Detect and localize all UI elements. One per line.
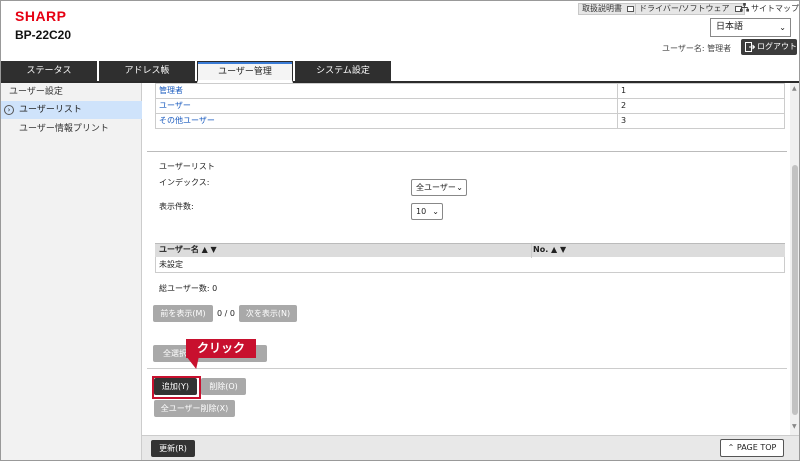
browser-frame: SHARP BP-22C20 取扱説明書 ドライバー/ソフトウェア サイトマップ… bbox=[0, 0, 800, 461]
caret-up-icon: ⌃ bbox=[727, 443, 735, 452]
logout-button[interactable]: ログアウト bbox=[741, 39, 797, 55]
role-link-admin[interactable]: 管理者 bbox=[159, 84, 183, 98]
index-select[interactable]: 全ユーザー ⌄ bbox=[411, 179, 467, 196]
chevron-down-icon: ⌄ bbox=[456, 183, 463, 192]
vertical-scrollbar[interactable]: ▲ ▼ bbox=[790, 83, 799, 435]
main-tab-bar: ステータス アドレス帳 ユーザー管理 システム設定 bbox=[1, 61, 799, 83]
index-value: 全ユーザー bbox=[416, 183, 456, 192]
scroll-up-icon[interactable]: ▲ bbox=[792, 85, 797, 92]
page-top-label: PAGE TOP bbox=[736, 443, 777, 452]
sitemap-link[interactable]: サイトマップ bbox=[740, 3, 799, 14]
logout-label: ログアウト bbox=[757, 42, 797, 51]
sitemap-icon bbox=[740, 3, 749, 12]
chevron-down-icon: ⌄ bbox=[779, 23, 786, 32]
current-user: ユーザー名: 管理者 bbox=[662, 44, 732, 53]
role-link-other[interactable]: その他ユーザー bbox=[159, 114, 215, 128]
click-callout: クリック bbox=[186, 339, 256, 358]
logout-icon bbox=[745, 42, 755, 52]
tab-status[interactable]: ステータス bbox=[1, 61, 97, 81]
role-value: 2 bbox=[621, 101, 627, 110]
footer-bar: 更新(R) ⌃ PAGE TOP bbox=[142, 435, 799, 460]
sidebar-item-label: ユーザーリスト bbox=[19, 105, 82, 115]
table-row-empty: 未設定 bbox=[159, 260, 183, 269]
role-value: 1 bbox=[621, 86, 627, 95]
user-list-header: ユーザー名 ▲ ▼ No. ▲ ▼ bbox=[155, 243, 785, 258]
tab-address-book[interactable]: アドレス帳 bbox=[99, 61, 195, 81]
sitemap-label: サイトマップ bbox=[751, 4, 799, 13]
scrollbar-thumb[interactable] bbox=[792, 165, 798, 415]
main-content: 管理者 1 ユーザー 2 その他ユーザー 3 ユーザーリスト インデックス: 全… bbox=[147, 83, 787, 435]
manual-link-label: 取扱説明書 bbox=[582, 4, 622, 13]
prev-page-button[interactable]: 前を表示(M) bbox=[153, 305, 213, 322]
sidebar-header: ユーザー設定 bbox=[9, 87, 63, 97]
chevron-down-icon: ⌄ bbox=[432, 207, 439, 216]
language-value: 日本語 bbox=[716, 22, 744, 32]
page-top-button[interactable]: ⌃ PAGE TOP bbox=[720, 439, 784, 457]
index-label: インデックス: bbox=[159, 178, 210, 187]
scroll-down-icon[interactable]: ▼ bbox=[792, 423, 797, 430]
device-model: BP-22C20 bbox=[15, 28, 72, 42]
sidebar-item-label: ユーザー情報プリント bbox=[19, 124, 109, 134]
role-value: 3 bbox=[621, 116, 627, 125]
user-list-title: ユーザーリスト bbox=[159, 162, 215, 171]
delete-all-users-button[interactable]: 全ユーザー削除(X) bbox=[154, 400, 235, 417]
tab-system-settings[interactable]: システム設定 bbox=[295, 61, 391, 81]
column-no[interactable]: No. ▲ ▼ bbox=[533, 243, 566, 257]
role-link-user[interactable]: ユーザー bbox=[159, 99, 191, 113]
next-page-button[interactable]: 次を表示(N) bbox=[239, 305, 297, 322]
driver-link[interactable]: ドライバー/ソフトウェア bbox=[635, 3, 745, 15]
refresh-button[interactable]: 更新(R) bbox=[151, 440, 195, 457]
delete-button[interactable]: 削除(O) bbox=[201, 378, 246, 395]
sidebar-item-user-list[interactable]: › ユーザーリスト bbox=[1, 101, 142, 119]
tab-user-management[interactable]: ユーザー管理 bbox=[197, 61, 293, 83]
count-label: 表示件数: bbox=[159, 202, 194, 211]
total-users: 総ユーザー数: 0 bbox=[159, 284, 218, 293]
language-select[interactable]: 日本語 ⌄ bbox=[710, 18, 791, 37]
sidebar-item-user-info-print[interactable]: ユーザー情報プリント bbox=[1, 120, 142, 138]
count-select[interactable]: 10 ⌄ bbox=[411, 203, 443, 220]
column-user-name[interactable]: ユーザー名 ▲ ▼ bbox=[159, 243, 217, 257]
external-window-icon bbox=[627, 6, 634, 12]
page-indicator: 0 / 0 bbox=[217, 309, 235, 318]
manual-link[interactable]: 取扱説明書 bbox=[578, 3, 637, 15]
count-value: 10 bbox=[416, 207, 427, 216]
driver-link-label: ドライバー/ソフトウェア bbox=[639, 4, 730, 13]
chevron-right-icon: › bbox=[4, 105, 14, 115]
add-button-highlight bbox=[152, 376, 201, 399]
sidebar: ユーザー設定 › ユーザーリスト ユーザー情報プリント bbox=[1, 83, 142, 460]
sharp-logo: SHARP bbox=[15, 8, 67, 24]
